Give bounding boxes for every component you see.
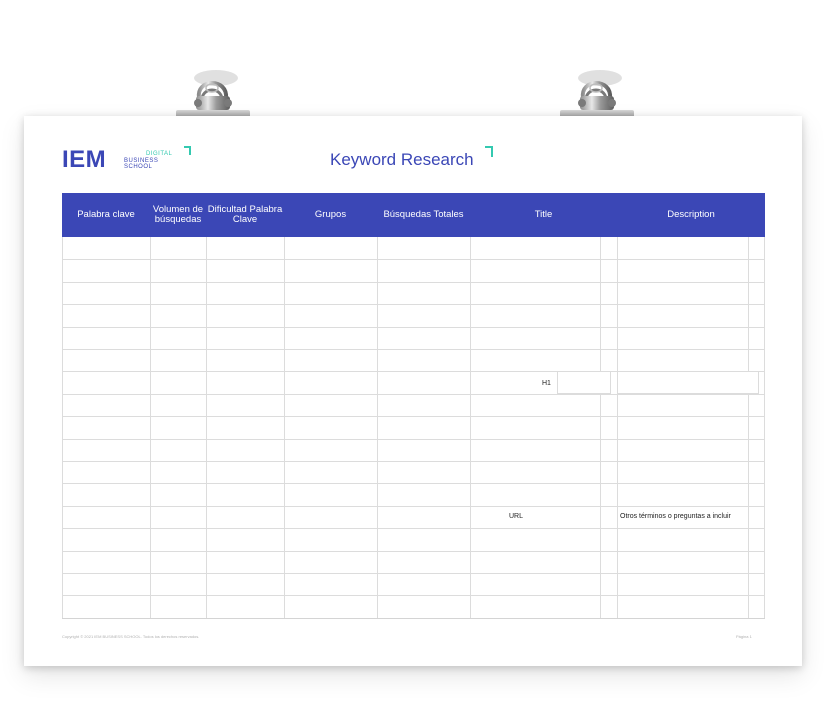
col-divider: [617, 237, 618, 618]
row-divider: [62, 304, 765, 305]
label-url: URL: [509, 513, 524, 520]
col-divider: [150, 237, 151, 618]
row-divider: [62, 349, 765, 350]
row-divider: [62, 439, 765, 440]
table-body: H1 H2 URL Otros términos o preguntas a i…: [62, 237, 765, 619]
keyword-table: Palabra clave Volumen de búsquedas Dific…: [62, 193, 765, 619]
header-title: Title: [534, 209, 553, 220]
footer-copyright: Copyright © 2021 IEM BUSINESS SCHOOL. To…: [62, 634, 200, 639]
col-divider: [206, 237, 207, 618]
row-divider: [62, 259, 765, 260]
logo-subtitle: DIGITAL BUSINESS SCHOOL: [124, 151, 186, 171]
col-divider: [764, 237, 765, 618]
logo-wordmark: IEM: [62, 146, 107, 173]
header-dificultad: Dificultad Palabra Clave: [207, 204, 283, 225]
logo-line-school: SCHOOL: [124, 164, 153, 170]
row-divider: [62, 483, 765, 484]
row-divider: [62, 595, 765, 596]
header-description: Description: [667, 209, 715, 220]
h1-field[interactable]: [557, 371, 611, 394]
row-divider: [62, 551, 765, 552]
header-grupos: Grupos: [314, 209, 347, 220]
logo-corner-accent: [184, 146, 191, 155]
col-divider: [284, 237, 285, 618]
document-page: IEM DIGITAL BUSINESS SCHOOL Keyword Rese…: [24, 116, 802, 666]
col-divider: [748, 237, 749, 618]
h2-field[interactable]: [617, 371, 759, 394]
row-divider: [62, 416, 765, 417]
row-divider: [62, 461, 765, 462]
row-divider: [62, 282, 765, 283]
document-title: Keyword Research: [330, 150, 474, 169]
header-busquedas-totales: Búsquedas Totales: [383, 209, 464, 220]
col-divider: [377, 237, 378, 618]
label-h1: H1: [542, 380, 551, 387]
row-divider: [62, 394, 765, 395]
row-divider: [62, 327, 765, 328]
col-divider: [62, 237, 63, 618]
header-palabra-clave: Palabra clave: [77, 209, 135, 220]
header-volumen-busquedas: Volumen de búsquedas: [152, 204, 204, 225]
col-divider: [600, 237, 601, 618]
row-divider: [62, 573, 765, 574]
footer-page-number: Página 1: [736, 634, 752, 639]
row-divider: [62, 506, 765, 507]
row-divider: [62, 528, 765, 529]
table-header: Palabra clave Volumen de búsquedas Dific…: [62, 193, 765, 237]
col-divider: [470, 237, 471, 618]
title-corner-accent: [485, 146, 493, 157]
label-otros-terminos: Otros términos o preguntas a incluir: [620, 513, 731, 520]
